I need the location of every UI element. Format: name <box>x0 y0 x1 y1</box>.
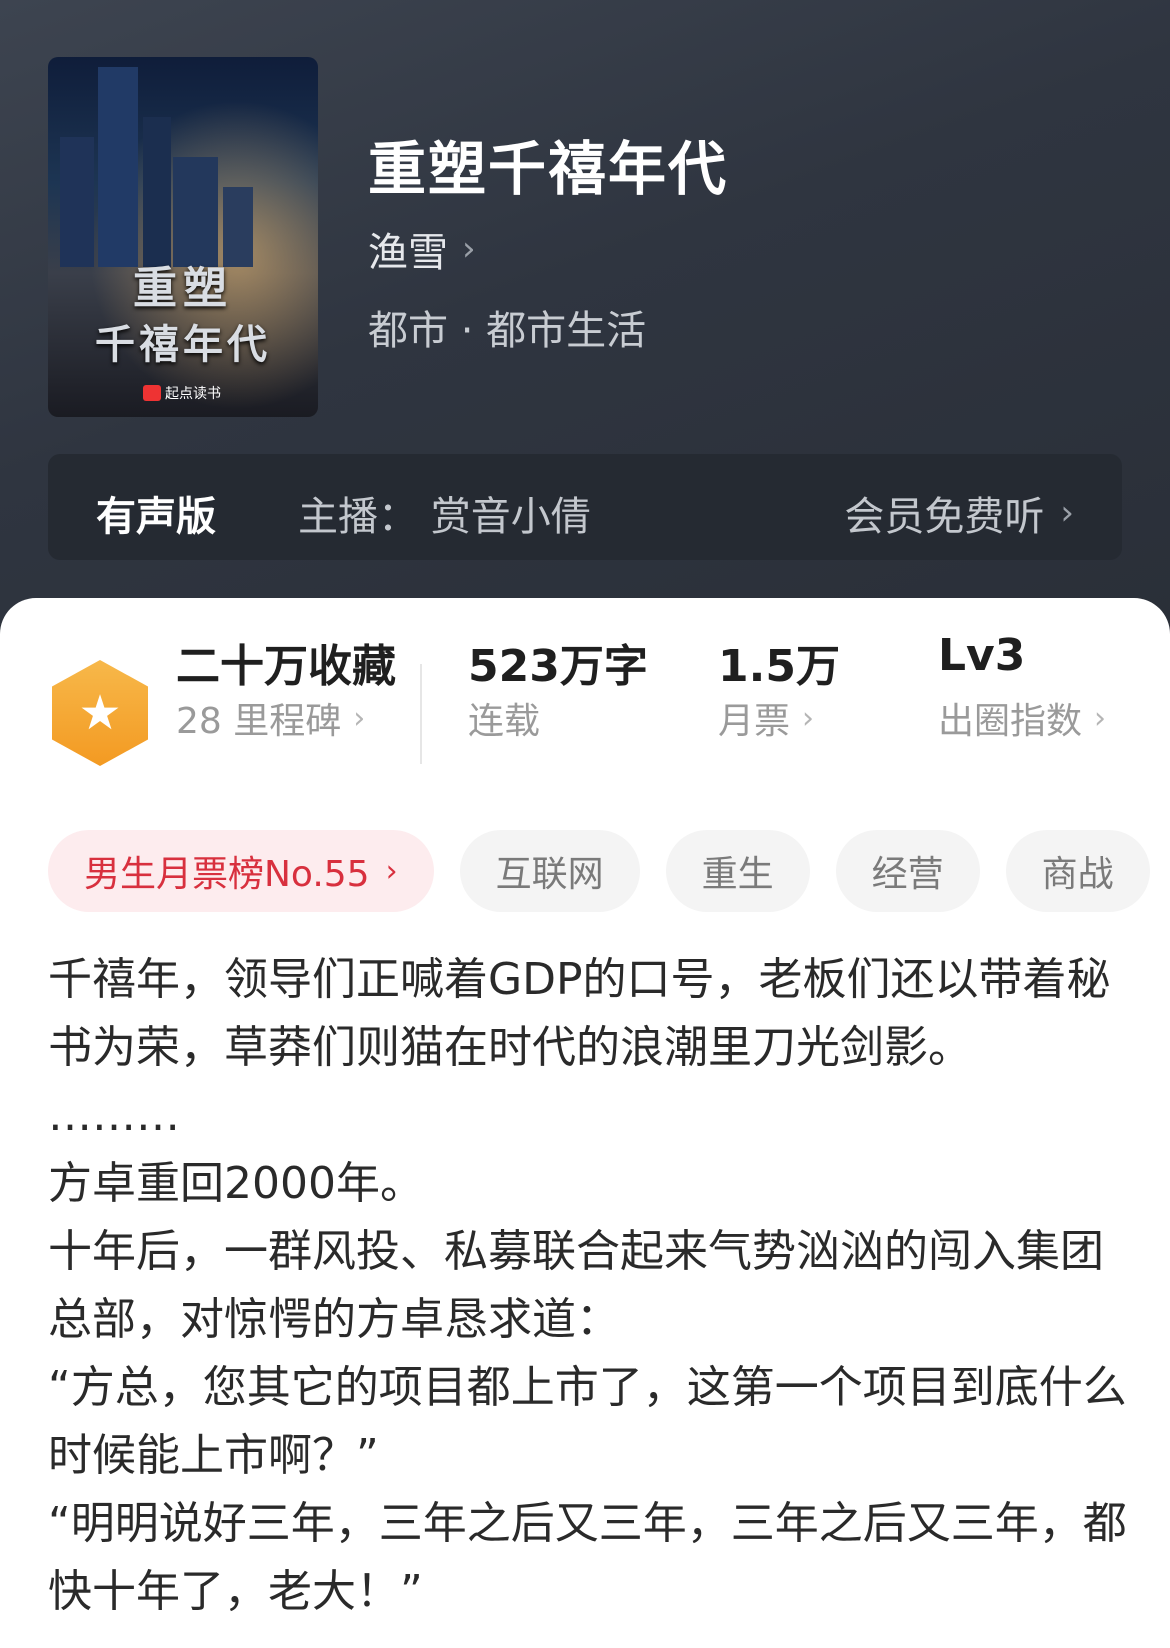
synopsis-paragraph: 十年后，一群风投、私募联合起来气势汹汹的闯入集团总部，对惊愕的方卓恳求道： <box>48 1226 1104 1345</box>
tag-list: 男生月票榜No.55 › 互联网 重生 经营 商战 <box>48 830 1150 912</box>
influence-level: Lv3 <box>938 630 1026 681</box>
chevron-right-icon: › <box>802 700 815 736</box>
book-synopsis[interactable]: 千禧年，领导们正喊着GDP的口号，老板们还以带着秘书为荣，草莽们则猫在时代的浪潮… <box>48 946 1128 1626</box>
synopsis-paragraph: 千禧年，领导们正喊着GDP的口号，老板们还以带着秘书为荣，草莽们则猫在时代的浪潮… <box>48 954 1111 1073</box>
cover-building <box>173 157 218 267</box>
word-count: 523万字 <box>468 641 648 692</box>
synopsis-paragraph: “明明说好三年，三年之后又三年，三年之后又三年，都快十年了，老大！” <box>48 1498 1127 1617</box>
publisher-logo-icon <box>143 385 161 401</box>
book-genre: 都市 · 都市生活 <box>368 308 647 354</box>
chevron-right-icon: › <box>1060 493 1074 533</box>
book-cover[interactable]: 重塑 千禧年代 起点读书 <box>48 57 318 417</box>
stats-divider <box>420 664 422 764</box>
tag-rebirth[interactable]: 重生 <box>665 830 810 912</box>
cover-title-line2: 千禧年代 <box>95 321 271 368</box>
rank-tag-label: 男生月票榜No.55 <box>84 854 370 895</box>
star-badge-icon: ★ <box>52 660 148 766</box>
cover-building <box>143 117 171 267</box>
chevron-right-icon: › <box>462 229 476 269</box>
rank-tag[interactable]: 男生月票榜No.55 › <box>48 830 434 912</box>
chevron-right-icon: › <box>353 700 366 736</box>
influence-index-label: 出圈指数 <box>938 701 1083 742</box>
listen-free-link[interactable]: 会员免费听 › <box>844 484 1074 542</box>
stats-row: ★ 二十万收藏 28 里程碑 › 523万字 连载 1.5万 月票 › Lv3 … <box>0 598 1170 778</box>
cover-building <box>98 67 138 267</box>
synopsis-paragraph: “方总，您其它的项目都上市了，这第一个项目到底什么时候能上市啊？” <box>48 1362 1127 1481</box>
monthly-votes-count: 1.5万 <box>718 641 840 692</box>
serial-status-label: 连载 <box>468 701 541 742</box>
audio-label: 有声版 <box>96 494 216 540</box>
monthly-votes-link[interactable]: 月票 › <box>718 692 814 744</box>
cover-title-line1: 重塑 <box>133 263 233 314</box>
cover-building <box>60 137 94 267</box>
synopsis-paragraph: 方卓重回2000年。 <box>48 1158 424 1209</box>
influence-index-link[interactable]: 出圈指数 › <box>938 692 1106 744</box>
book-detail-card: ★ 二十万收藏 28 里程碑 › 523万字 连载 1.5万 月票 › Lv3 … <box>0 598 1170 1648</box>
narrator-info: 主播： 赏音小倩 <box>298 494 591 540</box>
collect-count: 二十万收藏 <box>176 641 396 692</box>
chevron-right-icon: › <box>385 853 398 889</box>
book-header: 重塑 千禧年代 起点读书 重塑千禧年代 渔雪 › 都市 · 都市生活 有声版 主… <box>0 0 1170 640</box>
cover-publisher-name: 起点读书 <box>165 386 221 402</box>
chevron-right-icon: › <box>1094 700 1107 736</box>
tag-business[interactable]: 经营 <box>835 830 980 912</box>
listen-free-label: 会员免费听 <box>844 494 1045 540</box>
author-link[interactable]: 渔雪 › <box>368 220 476 278</box>
synopsis-paragraph: ……… <box>48 1090 180 1141</box>
serial-status: 连载 <box>468 692 540 744</box>
tag-internet[interactable]: 互联网 <box>459 830 640 912</box>
milestone-link[interactable]: 28 里程碑 › <box>176 692 365 744</box>
tag-commerce-war[interactable]: 商战 <box>1005 830 1150 912</box>
cover-publisher: 起点读书 <box>143 383 221 403</box>
monthly-votes-label: 月票 <box>718 701 791 742</box>
book-title: 重塑千禧年代 <box>368 135 729 203</box>
audio-version-bar[interactable]: 有声版 主播： 赏音小倩 会员免费听 › <box>48 454 1122 560</box>
milestone-label: 28 里程碑 <box>176 701 342 742</box>
author-name: 渔雪 <box>368 230 448 276</box>
